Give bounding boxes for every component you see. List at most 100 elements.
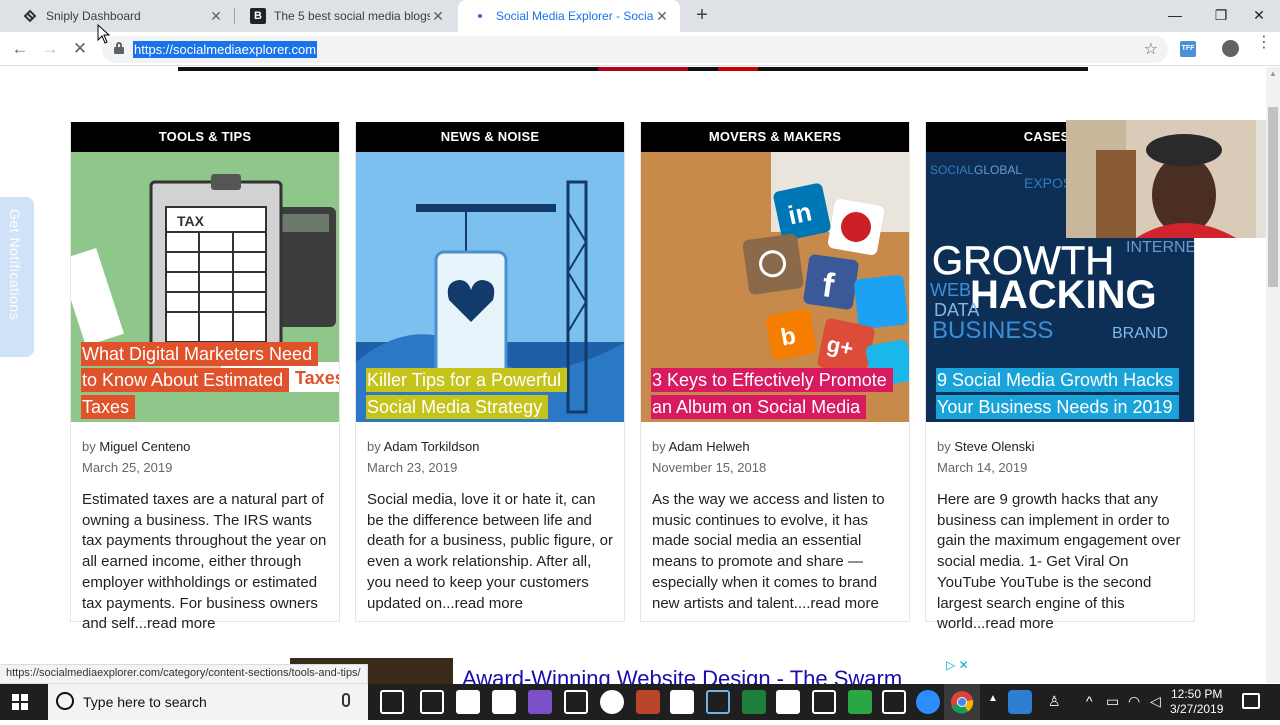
article-image[interactable]: Killer Tips for a Powerful Social Media … [356,152,624,422]
profile-icon[interactable] [1222,40,1239,57]
card-headline[interactable]: 3 Keys to Effectively Promote an Album o… [641,361,909,422]
card-excerpt: Estimated taxes are a natural part of ow… [71,478,339,635]
app-icon[interactable] [670,690,694,714]
action-center-icon[interactable] [1242,693,1260,709]
app-icon[interactable] [776,690,800,714]
tab-social-media-blogs[interactable]: B The 5 best social media blogs of ✕ [236,0,456,32]
advertisement[interactable]: Award-Winning Website Design - The Swarm… [290,658,980,684]
battery-icon[interactable]: ▭ [1106,693,1119,710]
tab-title: Sniply Dashboard [46,9,141,23]
close-tab-icon[interactable]: ✕ [430,8,446,25]
address-bar[interactable]: https://socialmediaexplorer.com ☆ [102,36,1168,63]
get-notifications-tab[interactable]: Get Notifications [0,197,34,357]
post-date: November 15, 2018 [652,460,767,475]
author-link[interactable]: Adam Torkildson [384,439,480,454]
card-headline[interactable]: 9 Social Media Growth Hacks Your Busines… [926,361,1194,422]
close-tab-icon[interactable]: ✕ [654,8,670,25]
mail-app-icon[interactable] [528,690,552,714]
article-image[interactable]: in f b g+ 3 Keys to Effectively Promote … [641,152,909,422]
app-icon[interactable] [636,690,660,714]
tab-social-media-explorer[interactable]: Social Media Explorer - Social M ✕ [458,0,680,32]
card-excerpt: Here are 9 growth hacks that any busines… [926,478,1194,635]
post-date: March 25, 2019 [82,460,173,475]
help-icon[interactable] [1008,690,1032,714]
cortana-icon [56,692,74,710]
notifications-label: Get Notifications [7,209,23,321]
volume-icon[interactable]: ◁ [1150,693,1161,710]
tray-scroll-icon[interactable]: ▲ [988,693,998,704]
forward-arrow-icon[interactable]: → [38,37,62,61]
article-card[interactable]: MOVERS & MAKERS in f b g+ 3 Keys to Effe… [640,122,910,622]
excerpt-text: Here are 9 growth hacks that any busines… [937,491,1181,633]
taskbar-clock[interactable]: 12:50 PM 3/27/2019 [1170,687,1223,717]
scroll-thumb[interactable] [1268,107,1278,287]
zoom-app-icon[interactable] [916,690,940,714]
app-icon[interactable] [882,690,906,714]
app-icon[interactable] [848,690,872,714]
app-icon[interactable] [492,690,516,714]
minimize-icon[interactable]: — [1152,0,1198,32]
read-more-link[interactable]: read more [147,615,215,632]
close-tab-icon[interactable]: ✕ [208,8,224,25]
svg-text:HACKING: HACKING [970,273,1157,317]
people-icon[interactable]: ♙ [1048,693,1061,710]
read-more-link[interactable]: read more [985,615,1053,632]
article-image[interactable]: TAX mated Taxes What Digital Marketers N… [71,152,339,422]
loading-favicon-icon [472,8,488,24]
windows-start-icon[interactable] [12,694,28,710]
show-hidden-icons[interactable]: ^ [1086,693,1093,709]
card-category[interactable]: MOVERS & MAKERS [641,122,909,152]
stop-loading-icon[interactable]: ✕ [68,37,92,61]
adchoices-icon[interactable]: ▷ ✕ [946,658,969,672]
back-arrow-icon[interactable]: ← [8,37,32,61]
tab-title: Social Media Explorer - Social M [496,9,654,23]
author-prefix: by [82,439,96,454]
extension-icon[interactable]: TFF [1180,41,1196,57]
ad-title[interactable]: Award-Winning Website Design - The Swarm [462,666,902,684]
app-icon[interactable] [564,690,588,714]
app-icon[interactable] [812,690,836,714]
scroll-up-icon[interactable]: ▲ [1266,67,1280,81]
file-explorer-icon[interactable] [420,690,444,714]
browser-toolbar: ← → ✕ https://socialmediaexplorer.com ☆ … [0,32,1280,66]
app-icon[interactable] [456,690,480,714]
close-window-icon[interactable]: ✕ [1236,0,1280,32]
card-meta: by Adam Torkildson March 23, 2019 [356,422,624,478]
article-card[interactable]: TOOLS & TIPS TAX mated Taxes What Digita… [70,122,340,632]
article-card[interactable]: NEWS & NOISE Killer Tips for a Powerful … [355,122,625,622]
tab-sniply-dashboard[interactable]: Sniply Dashboard ✕ [8,0,234,32]
author-link[interactable]: Miguel Centeno [99,439,190,454]
svg-text:SOCIAL: SOCIAL [930,163,974,177]
url-text[interactable]: https://socialmediaexplorer.com [133,41,318,58]
bookmark-star-icon[interactable]: ☆ [1144,39,1158,59]
author-link[interactable]: Adam Helweh [669,439,750,454]
taskbar-search-box[interactable]: Type here to search [48,684,368,720]
b-favicon-icon: B [250,8,266,24]
microphone-icon[interactable] [342,693,350,707]
page-scrollbar[interactable]: ▲ [1266,67,1280,683]
wifi-icon[interactable]: ◠ [1128,693,1140,710]
task-view-icon[interactable] [380,690,404,714]
excerpt-text: Estimated taxes are a natural part of ow… [82,491,327,633]
chrome-taskbar-button[interactable] [944,684,980,720]
tab-separator [234,8,235,24]
app-icon[interactable] [742,690,766,714]
read-more-link[interactable]: read more [810,595,878,612]
svg-text:g+: g+ [825,331,856,361]
sniply-icon [22,8,38,24]
card-category[interactable]: TOOLS & TIPS [71,122,339,152]
card-headline[interactable]: What Digital Marketers Need to Know Abou… [71,335,339,423]
author-prefix: by [652,439,666,454]
link-status-bar: https://socialmediaexplorer.com/category… [0,664,368,684]
new-tab-button[interactable]: + [690,4,714,28]
read-more-link[interactable]: read more [455,595,523,612]
app-icon[interactable] [600,690,624,714]
author-prefix: by [367,439,381,454]
author-prefix: by [937,439,951,454]
card-headline[interactable]: Killer Tips for a Powerful Social Media … [356,361,624,422]
chrome-icon [951,691,974,714]
card-category[interactable]: NEWS & NOISE [356,122,624,152]
app-icon[interactable] [706,690,730,714]
kebab-menu-icon[interactable]: ⋮ [1256,35,1272,51]
author-link[interactable]: Steve Olenski [954,439,1034,454]
